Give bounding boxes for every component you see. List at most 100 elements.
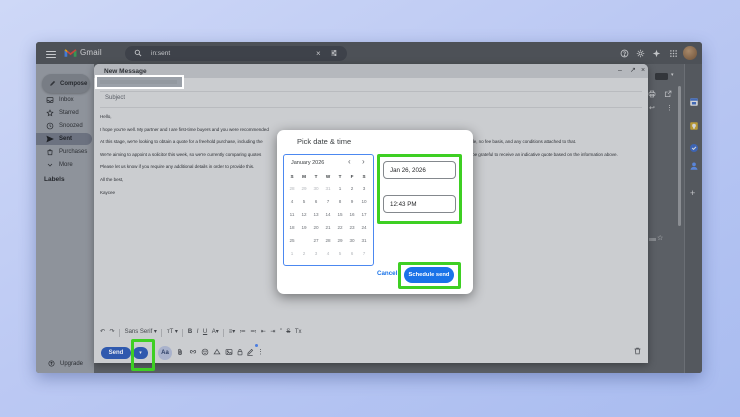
calendar-day[interactable]: 20 <box>310 222 322 234</box>
calendar-day[interactable]: 5 <box>334 248 346 260</box>
remove-formatting-icon[interactable]: Tx <box>295 326 302 339</box>
align-icon[interactable]: ≡▾ <box>229 326 236 339</box>
apps-grid-icon[interactable] <box>669 49 678 58</box>
keep-app-icon[interactable] <box>689 121 699 131</box>
calendar-day[interactable]: 25 <box>286 235 298 247</box>
tasks-app-icon[interactable] <box>689 143 699 153</box>
text-color-icon[interactable]: A▾ <box>212 326 219 339</box>
calendar-day[interactable]: 6 <box>310 196 322 208</box>
calendar-day[interactable]: 3 <box>310 248 322 260</box>
calendar-day[interactable]: 17 <box>358 209 370 221</box>
calendar-day[interactable]: 15 <box>334 209 346 221</box>
close-icon[interactable]: × <box>641 67 645 75</box>
calendar-day[interactable]: 14 <box>322 209 334 221</box>
clear-search-icon[interactable]: × <box>316 49 321 58</box>
drive-icon[interactable] <box>213 348 222 357</box>
calendar-day[interactable]: 12 <box>298 209 310 221</box>
calendar-day[interactable]: 6 <box>346 248 358 260</box>
formatting-options-button[interactable]: Aa <box>158 346 172 360</box>
star-icon[interactable]: ☆ <box>657 234 663 242</box>
sidebar-item-more[interactable]: More <box>36 159 92 171</box>
calendar-day[interactable]: 28 <box>286 183 298 195</box>
indent-more-icon[interactable]: ⇥ <box>270 326 275 339</box>
calendar-day[interactable]: 22 <box>334 222 346 234</box>
calendar-app-icon[interactable] <box>689 97 699 107</box>
gemini-icon[interactable] <box>652 49 661 58</box>
calendar-day[interactable]: 30 <box>310 183 322 195</box>
calendar-day[interactable]: 18 <box>286 222 298 234</box>
main-menu-icon[interactable] <box>46 49 56 60</box>
more-vert-icon[interactable]: ⋮ <box>666 104 673 112</box>
calendar-day-selected[interactable]: 26 <box>298 235 310 247</box>
settings-icon[interactable] <box>636 49 645 58</box>
calendar-day[interactable]: 4 <box>322 248 334 260</box>
calendar-day[interactable]: 29 <box>334 235 346 247</box>
insert-image-icon[interactable] <box>225 348 234 357</box>
strikethrough-icon[interactable]: S <box>286 326 290 339</box>
attachment-icon[interactable] <box>176 348 185 357</box>
calendar-day[interactable]: 27 <box>310 235 322 247</box>
subject-field[interactable]: Subject <box>105 95 125 101</box>
italic-icon[interactable]: I <box>197 326 199 339</box>
search-filter-icon[interactable] <box>330 49 338 57</box>
bulleted-list-icon[interactable]: ≔ <box>240 326 246 339</box>
calendar-day[interactable]: 5 <box>298 196 310 208</box>
contacts-app-icon[interactable] <box>689 161 699 171</box>
calendar-day[interactable]: 3 <box>358 183 370 195</box>
more-options-icon[interactable]: ⋮ <box>257 348 266 357</box>
next-month-icon[interactable]: › <box>362 157 365 166</box>
confidential-mode-icon[interactable] <box>236 348 245 357</box>
calendar-day[interactable]: 9 <box>346 196 358 208</box>
compose-button[interactable]: Compose <box>42 74 90 93</box>
cancel-button[interactable]: Cancel <box>377 270 397 277</box>
calendar-day[interactable]: 16 <box>346 209 358 221</box>
minimize-icon[interactable]: – <box>618 67 622 75</box>
numbered-list-icon[interactable]: ≕ <box>250 326 256 339</box>
prev-month-icon[interactable]: ‹ <box>348 157 351 166</box>
calendar-day[interactable]: 21 <box>322 222 334 234</box>
calendar-day[interactable]: 30 <box>346 235 358 247</box>
calendar-day[interactable]: 7 <box>358 248 370 260</box>
calendar-day[interactable]: 4 <box>286 196 298 208</box>
popout-icon[interactable]: ↗ <box>630 67 636 75</box>
font-size-icon[interactable]: тT ▾ <box>167 326 178 339</box>
quote-icon[interactable]: ” <box>280 326 282 339</box>
sidebar-item-inbox[interactable]: Inbox <box>36 94 92 106</box>
sidebar-item-starred[interactable]: Starred <box>36 107 92 119</box>
calendar-day[interactable]: 31 <box>358 235 370 247</box>
upgrade-button[interactable]: Upgrade <box>48 360 83 367</box>
insert-emoji-icon[interactable] <box>201 348 210 357</box>
calendar-day[interactable]: 1 <box>286 248 298 260</box>
sidebar-item-sent[interactable]: Sent <box>36 133 92 145</box>
calendar-day[interactable]: 10 <box>358 196 370 208</box>
scrollbar[interactable] <box>678 86 681 226</box>
redo-icon[interactable]: ↷ <box>110 326 115 339</box>
underline-icon[interactable]: U <box>203 326 207 339</box>
discard-draft-icon[interactable] <box>633 346 642 355</box>
calendar-day[interactable]: 7 <box>322 196 334 208</box>
print-icon[interactable] <box>648 90 656 98</box>
search-input[interactable]: in:sent × <box>125 46 347 61</box>
get-addons-icon[interactable]: + <box>690 188 695 198</box>
signature-pen-icon[interactable] <box>246 348 255 357</box>
avatar[interactable] <box>683 46 697 60</box>
calendar-day[interactable]: 2 <box>298 248 310 260</box>
bold-icon[interactable]: B <box>188 326 192 339</box>
calendar-day[interactable]: 2 <box>346 183 358 195</box>
open-in-new-icon[interactable] <box>664 90 672 98</box>
calendar-day[interactable]: 11 <box>286 209 298 221</box>
expand-panel-icon[interactable]: › <box>691 372 693 373</box>
calendar-day[interactable]: 24 <box>358 222 370 234</box>
reply-icon[interactable]: ↩ <box>649 104 655 112</box>
calendar-day[interactable]: 23 <box>346 222 358 234</box>
chip-caret-icon[interactable]: ▾ <box>671 72 674 78</box>
help-icon[interactable] <box>620 49 629 58</box>
insert-link-icon[interactable] <box>189 348 198 357</box>
calendar-day[interactable]: 8 <box>334 196 346 208</box>
send-button[interactable]: Send <box>101 347 131 359</box>
undo-icon[interactable]: ↶ <box>100 326 105 339</box>
sidebar-item-snoozed[interactable]: Snoozed <box>36 120 92 132</box>
calendar-day[interactable]: 13 <box>310 209 322 221</box>
calendar-day[interactable]: 28 <box>322 235 334 247</box>
label-chip[interactable] <box>655 73 668 80</box>
